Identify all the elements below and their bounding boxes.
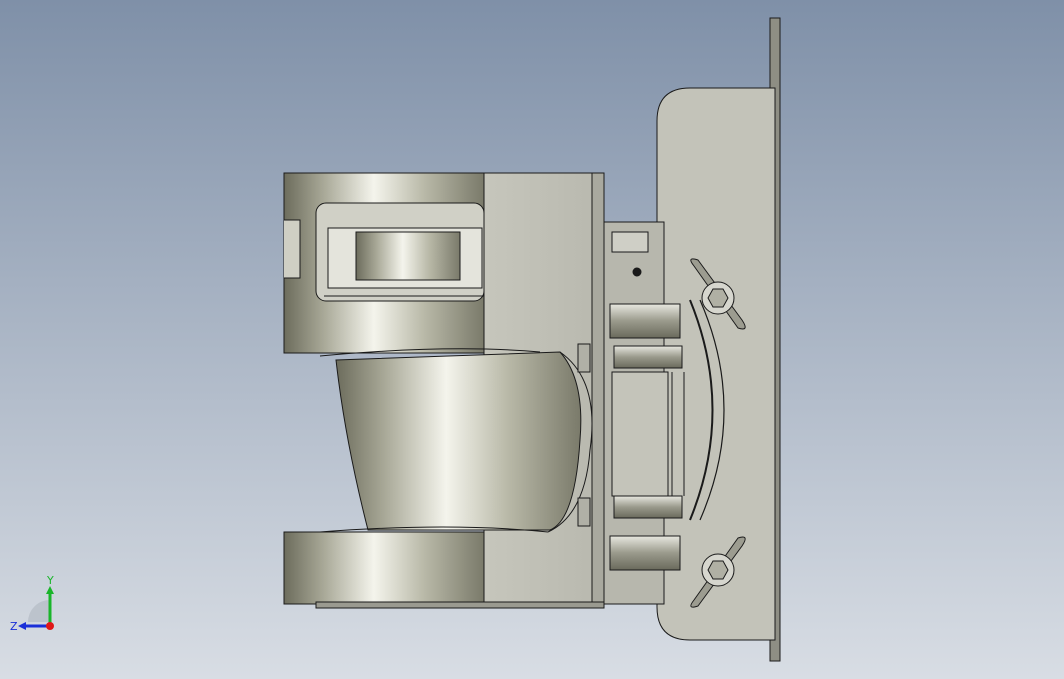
small-bracket bbox=[611, 231, 649, 253]
graphics-viewport[interactable]: Y Z bbox=[0, 0, 1064, 679]
y-axis-arrow bbox=[46, 586, 54, 594]
model-view[interactable] bbox=[0, 0, 1064, 679]
bottom-base[interactable] bbox=[283, 531, 485, 605]
base-foot bbox=[315, 601, 605, 609]
hex-head-lower bbox=[707, 560, 729, 580]
pin-lower-1[interactable] bbox=[609, 535, 681, 571]
window-lens bbox=[355, 231, 461, 281]
triad-plane bbox=[28, 600, 50, 622]
pin-lower-2[interactable] bbox=[613, 495, 683, 519]
y-axis-label: Y bbox=[46, 574, 54, 587]
center-plate bbox=[611, 371, 669, 497]
pin-upper-2[interactable] bbox=[613, 345, 683, 369]
screw-head-upper bbox=[577, 343, 591, 373]
pin-upper-1[interactable] bbox=[609, 303, 681, 339]
orientation-triad: Y Z bbox=[10, 574, 54, 633]
x-axis-dot bbox=[46, 622, 54, 630]
housing-side bbox=[591, 172, 605, 606]
z-axis-arrow bbox=[18, 622, 26, 630]
lens-body[interactable] bbox=[335, 351, 582, 531]
set-screw bbox=[632, 267, 642, 277]
z-axis-label: Z bbox=[10, 620, 18, 633]
hex-head-upper bbox=[707, 288, 729, 308]
left-notch bbox=[284, 219, 301, 279]
screw-head-lower bbox=[577, 497, 591, 527]
